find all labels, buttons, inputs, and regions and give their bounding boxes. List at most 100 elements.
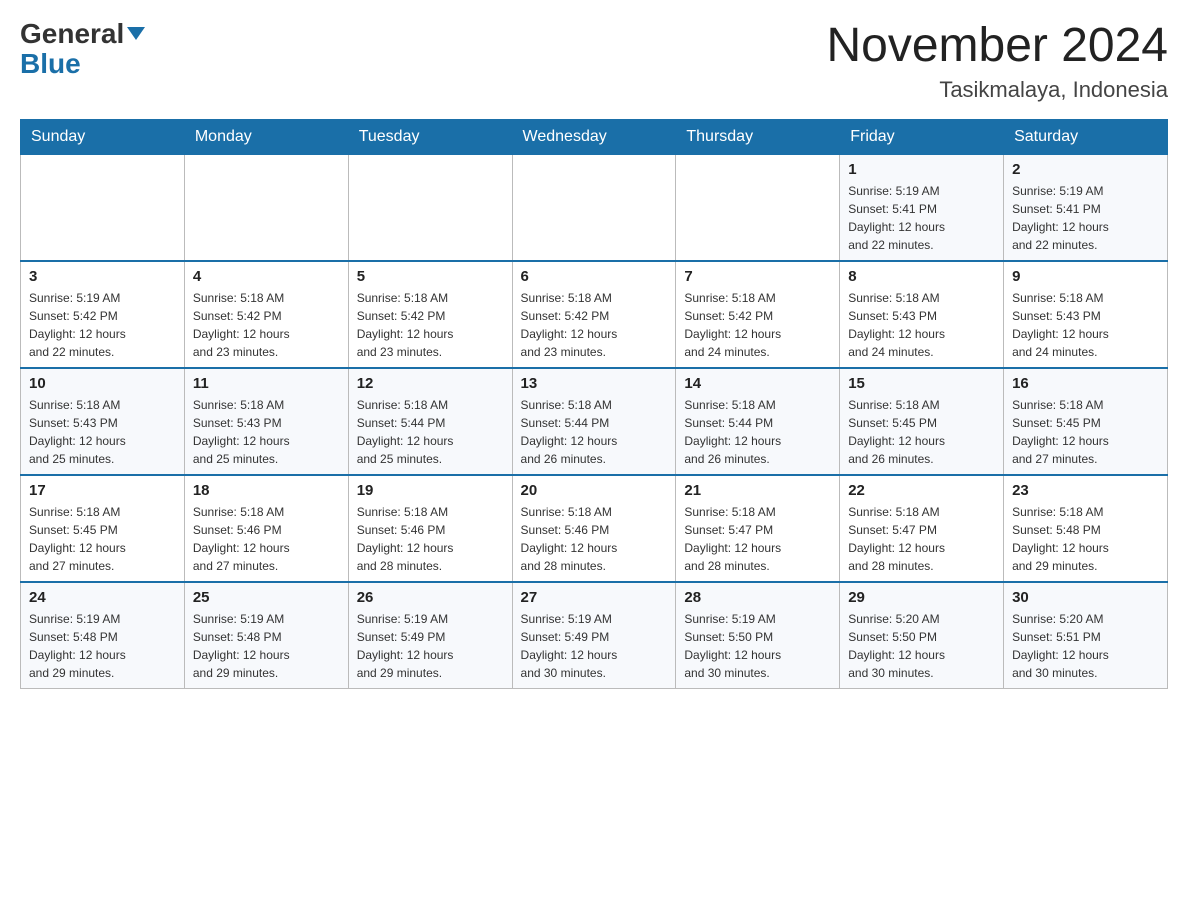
calendar-week-row-0: 1 Sunrise: 5:19 AM Sunset: 5:41 PM Daylig…: [21, 154, 1168, 261]
day-info: Sunrise: 5:18 AM Sunset: 5:43 PM Dayligh…: [848, 289, 995, 361]
calendar-cell: 8 Sunrise: 5:18 AM Sunset: 5:43 PM Daylig…: [840, 261, 1004, 368]
col-monday: Monday: [184, 119, 348, 154]
day-number: 11: [193, 375, 340, 392]
day-number: 1: [848, 161, 995, 178]
day-info: Sunrise: 5:18 AM Sunset: 5:43 PM Dayligh…: [29, 396, 176, 468]
day-number: 28: [684, 589, 831, 606]
day-info: Sunrise: 5:20 AM Sunset: 5:50 PM Dayligh…: [848, 610, 995, 682]
day-info: Sunrise: 5:18 AM Sunset: 5:47 PM Dayligh…: [848, 503, 995, 575]
calendar-cell: 30 Sunrise: 5:20 AM Sunset: 5:51 PM Dayli…: [1004, 582, 1168, 689]
day-info: Sunrise: 5:18 AM Sunset: 5:43 PM Dayligh…: [193, 396, 340, 468]
page-header: General Blue November 2024 Tasikmalaya, …: [20, 20, 1168, 103]
day-info: Sunrise: 5:18 AM Sunset: 5:47 PM Dayligh…: [684, 503, 831, 575]
calendar-cell: [512, 154, 676, 261]
calendar-cell: 10 Sunrise: 5:18 AM Sunset: 5:43 PM Dayli…: [21, 368, 185, 475]
day-number: 12: [357, 375, 504, 392]
day-number: 6: [521, 268, 668, 285]
calendar-cell: 7Sunrise: 5:18 AM Sunset: 5:42 PM Daylig…: [676, 261, 840, 368]
calendar-cell: [348, 154, 512, 261]
col-sunday: Sunday: [21, 119, 185, 154]
day-number: 10: [29, 375, 176, 392]
calendar-cell: 24 Sunrise: 5:19 AM Sunset: 5:48 PM Dayli…: [21, 582, 185, 689]
calendar-cell: 28 Sunrise: 5:19 AM Sunset: 5:50 PM Dayli…: [676, 582, 840, 689]
calendar-cell: 13 Sunrise: 5:18 AM Sunset: 5:44 PM Dayli…: [512, 368, 676, 475]
calendar-week-row-3: 17 Sunrise: 5:18 AM Sunset: 5:45 PM Dayli…: [21, 475, 1168, 582]
day-number: 29: [848, 589, 995, 606]
day-number: 3: [29, 268, 176, 285]
calendar-cell: 19 Sunrise: 5:18 AM Sunset: 5:46 PM Dayli…: [348, 475, 512, 582]
day-number: 30: [1012, 589, 1159, 606]
day-number: 15: [848, 375, 995, 392]
calendar-header-row: Sunday Monday Tuesday Wednesday Thursday…: [21, 119, 1168, 154]
day-number: 27: [521, 589, 668, 606]
title-block: November 2024 Tasikmalaya, Indonesia: [826, 20, 1168, 103]
calendar-cell: 14Sunrise: 5:18 AM Sunset: 5:44 PM Dayli…: [676, 368, 840, 475]
col-friday: Friday: [840, 119, 1004, 154]
calendar-cell: 9 Sunrise: 5:18 AM Sunset: 5:43 PM Daylig…: [1004, 261, 1168, 368]
day-info: Sunrise: 5:18 AM Sunset: 5:45 PM Dayligh…: [29, 503, 176, 575]
calendar-cell: 22 Sunrise: 5:18 AM Sunset: 5:47 PM Dayli…: [840, 475, 1004, 582]
day-number: 21: [684, 482, 831, 499]
day-info: Sunrise: 5:19 AM Sunset: 5:48 PM Dayligh…: [29, 610, 176, 682]
day-info: Sunrise: 5:18 AM Sunset: 5:45 PM Dayligh…: [1012, 396, 1159, 468]
calendar-cell: 1 Sunrise: 5:19 AM Sunset: 5:41 PM Daylig…: [840, 154, 1004, 261]
calendar-week-row-2: 10 Sunrise: 5:18 AM Sunset: 5:43 PM Dayli…: [21, 368, 1168, 475]
day-number: 9: [1012, 268, 1159, 285]
col-thursday: Thursday: [676, 119, 840, 154]
logo-part1: General: [20, 20, 145, 48]
calendar-table: Sunday Monday Tuesday Wednesday Thursday…: [20, 119, 1168, 689]
day-info: Sunrise: 5:18 AM Sunset: 5:42 PM Dayligh…: [357, 289, 504, 361]
day-number: 8: [848, 268, 995, 285]
day-number: 17: [29, 482, 176, 499]
day-number: 4: [193, 268, 340, 285]
day-info: Sunrise: 5:18 AM Sunset: 5:44 PM Dayligh…: [521, 396, 668, 468]
calendar-cell: 3Sunrise: 5:19 AM Sunset: 5:42 PM Daylig…: [21, 261, 185, 368]
day-number: 7: [684, 268, 831, 285]
day-number: 13: [521, 375, 668, 392]
calendar-cell: 6 Sunrise: 5:18 AM Sunset: 5:42 PM Daylig…: [512, 261, 676, 368]
day-info: Sunrise: 5:18 AM Sunset: 5:43 PM Dayligh…: [1012, 289, 1159, 361]
col-tuesday: Tuesday: [348, 119, 512, 154]
day-info: Sunrise: 5:18 AM Sunset: 5:46 PM Dayligh…: [521, 503, 668, 575]
calendar-cell: 27Sunrise: 5:19 AM Sunset: 5:49 PM Dayli…: [512, 582, 676, 689]
day-info: Sunrise: 5:19 AM Sunset: 5:50 PM Dayligh…: [684, 610, 831, 682]
calendar-week-row-1: 3Sunrise: 5:19 AM Sunset: 5:42 PM Daylig…: [21, 261, 1168, 368]
day-info: Sunrise: 5:19 AM Sunset: 5:41 PM Dayligh…: [1012, 182, 1159, 254]
day-number: 24: [29, 589, 176, 606]
calendar-cell: 15 Sunrise: 5:18 AM Sunset: 5:45 PM Dayli…: [840, 368, 1004, 475]
day-number: 19: [357, 482, 504, 499]
day-info: Sunrise: 5:18 AM Sunset: 5:46 PM Dayligh…: [193, 503, 340, 575]
day-number: 5: [357, 268, 504, 285]
day-info: Sunrise: 5:18 AM Sunset: 5:44 PM Dayligh…: [357, 396, 504, 468]
location-subtitle: Tasikmalaya, Indonesia: [826, 77, 1168, 103]
day-info: Sunrise: 5:19 AM Sunset: 5:41 PM Dayligh…: [848, 182, 995, 254]
calendar-cell: 29 Sunrise: 5:20 AM Sunset: 5:50 PM Dayli…: [840, 582, 1004, 689]
day-info: Sunrise: 5:19 AM Sunset: 5:49 PM Dayligh…: [357, 610, 504, 682]
day-info: Sunrise: 5:20 AM Sunset: 5:51 PM Dayligh…: [1012, 610, 1159, 682]
day-info: Sunrise: 5:18 AM Sunset: 5:48 PM Dayligh…: [1012, 503, 1159, 575]
day-number: 14: [684, 375, 831, 392]
day-number: 26: [357, 589, 504, 606]
calendar-cell: 2 Sunrise: 5:19 AM Sunset: 5:41 PM Daylig…: [1004, 154, 1168, 261]
calendar-cell: 20Sunrise: 5:18 AM Sunset: 5:46 PM Dayli…: [512, 475, 676, 582]
calendar-cell: 5 Sunrise: 5:18 AM Sunset: 5:42 PM Daylig…: [348, 261, 512, 368]
calendar-cell: 26 Sunrise: 5:19 AM Sunset: 5:49 PM Dayli…: [348, 582, 512, 689]
logo: General Blue: [20, 20, 145, 78]
day-info: Sunrise: 5:18 AM Sunset: 5:45 PM Dayligh…: [848, 396, 995, 468]
day-info: Sunrise: 5:19 AM Sunset: 5:48 PM Dayligh…: [193, 610, 340, 682]
day-number: 25: [193, 589, 340, 606]
day-number: 16: [1012, 375, 1159, 392]
calendar-cell: [676, 154, 840, 261]
day-number: 18: [193, 482, 340, 499]
calendar-week-row-4: 24 Sunrise: 5:19 AM Sunset: 5:48 PM Dayli…: [21, 582, 1168, 689]
day-number: 22: [848, 482, 995, 499]
day-info: Sunrise: 5:18 AM Sunset: 5:42 PM Dayligh…: [521, 289, 668, 361]
col-wednesday: Wednesday: [512, 119, 676, 154]
day-number: 2: [1012, 161, 1159, 178]
calendar-cell: 12 Sunrise: 5:18 AM Sunset: 5:44 PM Dayli…: [348, 368, 512, 475]
calendar-cell: [21, 154, 185, 261]
calendar-cell: 16 Sunrise: 5:18 AM Sunset: 5:45 PM Dayli…: [1004, 368, 1168, 475]
calendar-cell: [184, 154, 348, 261]
calendar-cell: 11 Sunrise: 5:18 AM Sunset: 5:43 PM Dayli…: [184, 368, 348, 475]
day-info: Sunrise: 5:18 AM Sunset: 5:46 PM Dayligh…: [357, 503, 504, 575]
